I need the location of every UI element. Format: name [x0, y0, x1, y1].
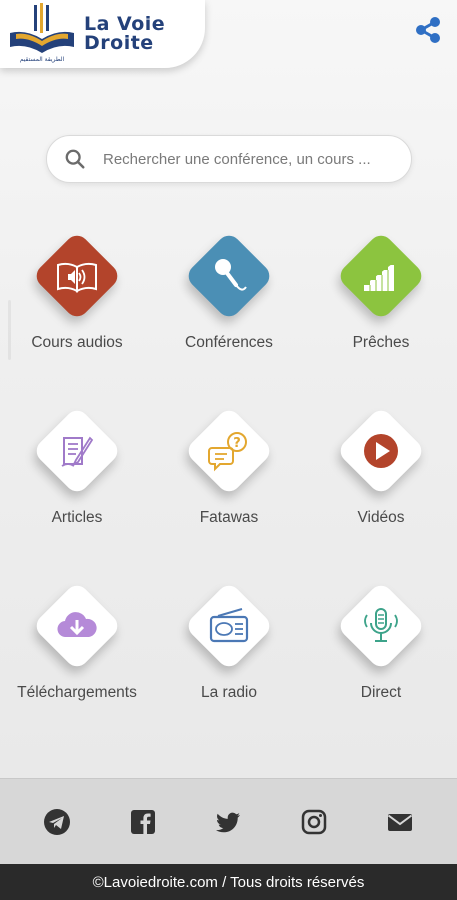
social-bar [0, 778, 457, 864]
live-microphone-icon [364, 608, 398, 642]
menu-preches[interactable]: Prêches [316, 226, 446, 376]
svg-text:الطريقة المستقيم: الطريقة المستقيم [20, 56, 65, 63]
mail-icon[interactable] [386, 808, 414, 836]
menu-label: Prêches [352, 334, 410, 351]
telegram-icon[interactable] [43, 808, 71, 836]
menu-label: Cours audios [31, 334, 123, 351]
copyright-footer: ©Lavoiedroite.com / Tous droits réservés [0, 864, 457, 900]
share-button[interactable] [413, 15, 443, 45]
menu-label: Téléchargements [17, 684, 137, 701]
menu-cours-audios[interactable]: Cours audios [12, 226, 142, 376]
menu-label: La radio [200, 684, 257, 701]
search-bar[interactable] [46, 135, 412, 183]
play-circle-icon [364, 434, 398, 468]
book-audio-icon [57, 262, 97, 293]
menu-conferences[interactable]: Conférences [164, 226, 294, 376]
facebook-icon[interactable] [129, 808, 157, 836]
menu-fatawas[interactable]: ? Fatawas [164, 401, 294, 551]
logo-text: La Voie Droite [84, 15, 165, 53]
menu-la-radio[interactable]: La radio [164, 576, 294, 726]
share-icon [416, 17, 440, 43]
instagram-icon[interactable] [300, 808, 328, 836]
question-chat-icon: ? [208, 432, 247, 472]
app-logo[interactable]: الطريقة المستقيم La Voie Droite [0, 0, 205, 68]
menu-direct[interactable]: Direct [316, 576, 446, 726]
logo-title-line2: Droite [84, 32, 154, 54]
search-input[interactable] [103, 150, 393, 168]
minbar-stairs-icon [364, 262, 394, 291]
menu-label: Vidéos [357, 509, 405, 526]
menu-videos[interactable]: Vidéos [316, 401, 446, 551]
microphone-icon [215, 259, 247, 291]
cloud-download-icon [57, 612, 97, 638]
scroll-edge [8, 300, 11, 360]
search-icon [65, 149, 85, 169]
radio-icon [209, 608, 249, 643]
twitter-icon[interactable] [214, 808, 242, 836]
menu-articles[interactable]: Articles [12, 401, 142, 551]
menu-label: Articles [51, 509, 103, 526]
document-pen-icon [61, 436, 94, 467]
menu-label: Direct [360, 684, 402, 701]
menu-telechargements[interactable]: Téléchargements [12, 576, 142, 726]
svg-text:?: ? [233, 436, 241, 451]
menu-label: Fatawas [199, 509, 259, 526]
menu-label: Conférences [185, 334, 273, 351]
book-logo-icon: الطريقة المستقيم [6, 3, 78, 65]
